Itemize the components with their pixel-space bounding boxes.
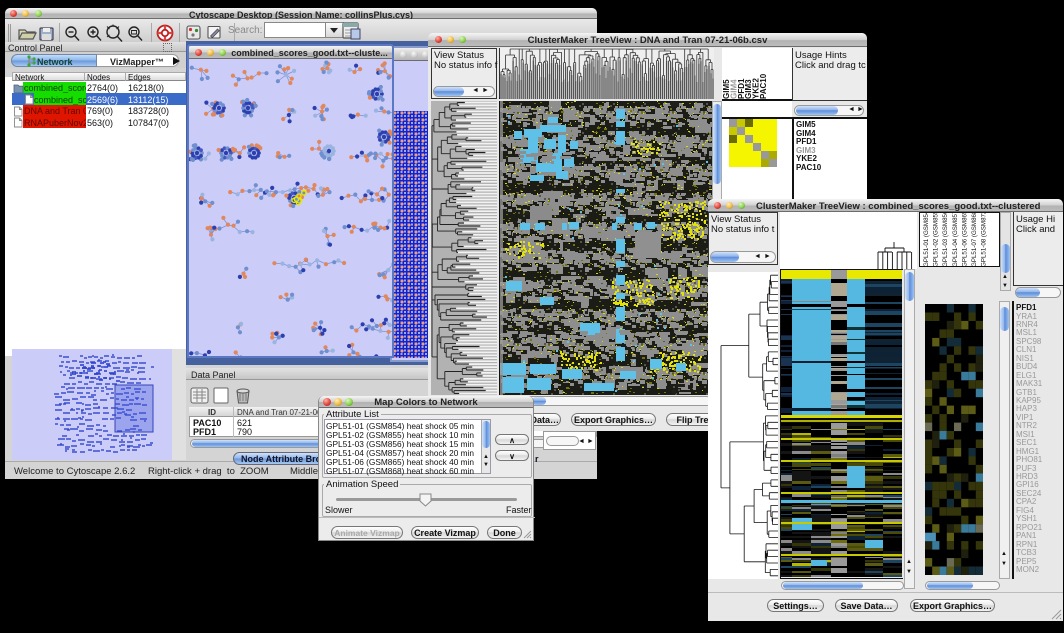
svg-text:GPL51-06 (GSM865): GPL51-06 (GSM865) bbox=[961, 213, 968, 267]
svg-text:PAC10: PAC10 bbox=[759, 73, 768, 99]
svg-text:GPL51-02 (GSM855): GPL51-02 (GSM855) bbox=[933, 213, 940, 267]
svg-text:GPL51-08 (GSM872): GPL51-08 (GSM872) bbox=[981, 213, 988, 267]
svg-text:GPL51-03 (GSM856): GPL51-03 (GSM856) bbox=[942, 213, 949, 267]
svg-text:GPL51-07 (GSM868): GPL51-07 (GSM868) bbox=[971, 213, 978, 267]
svg-text:GPL51-04 (GSM857): GPL51-04 (GSM857) bbox=[952, 213, 959, 267]
svg-text:GPL51-01 (GSM854): GPL51-01 (GSM854) bbox=[923, 213, 930, 267]
